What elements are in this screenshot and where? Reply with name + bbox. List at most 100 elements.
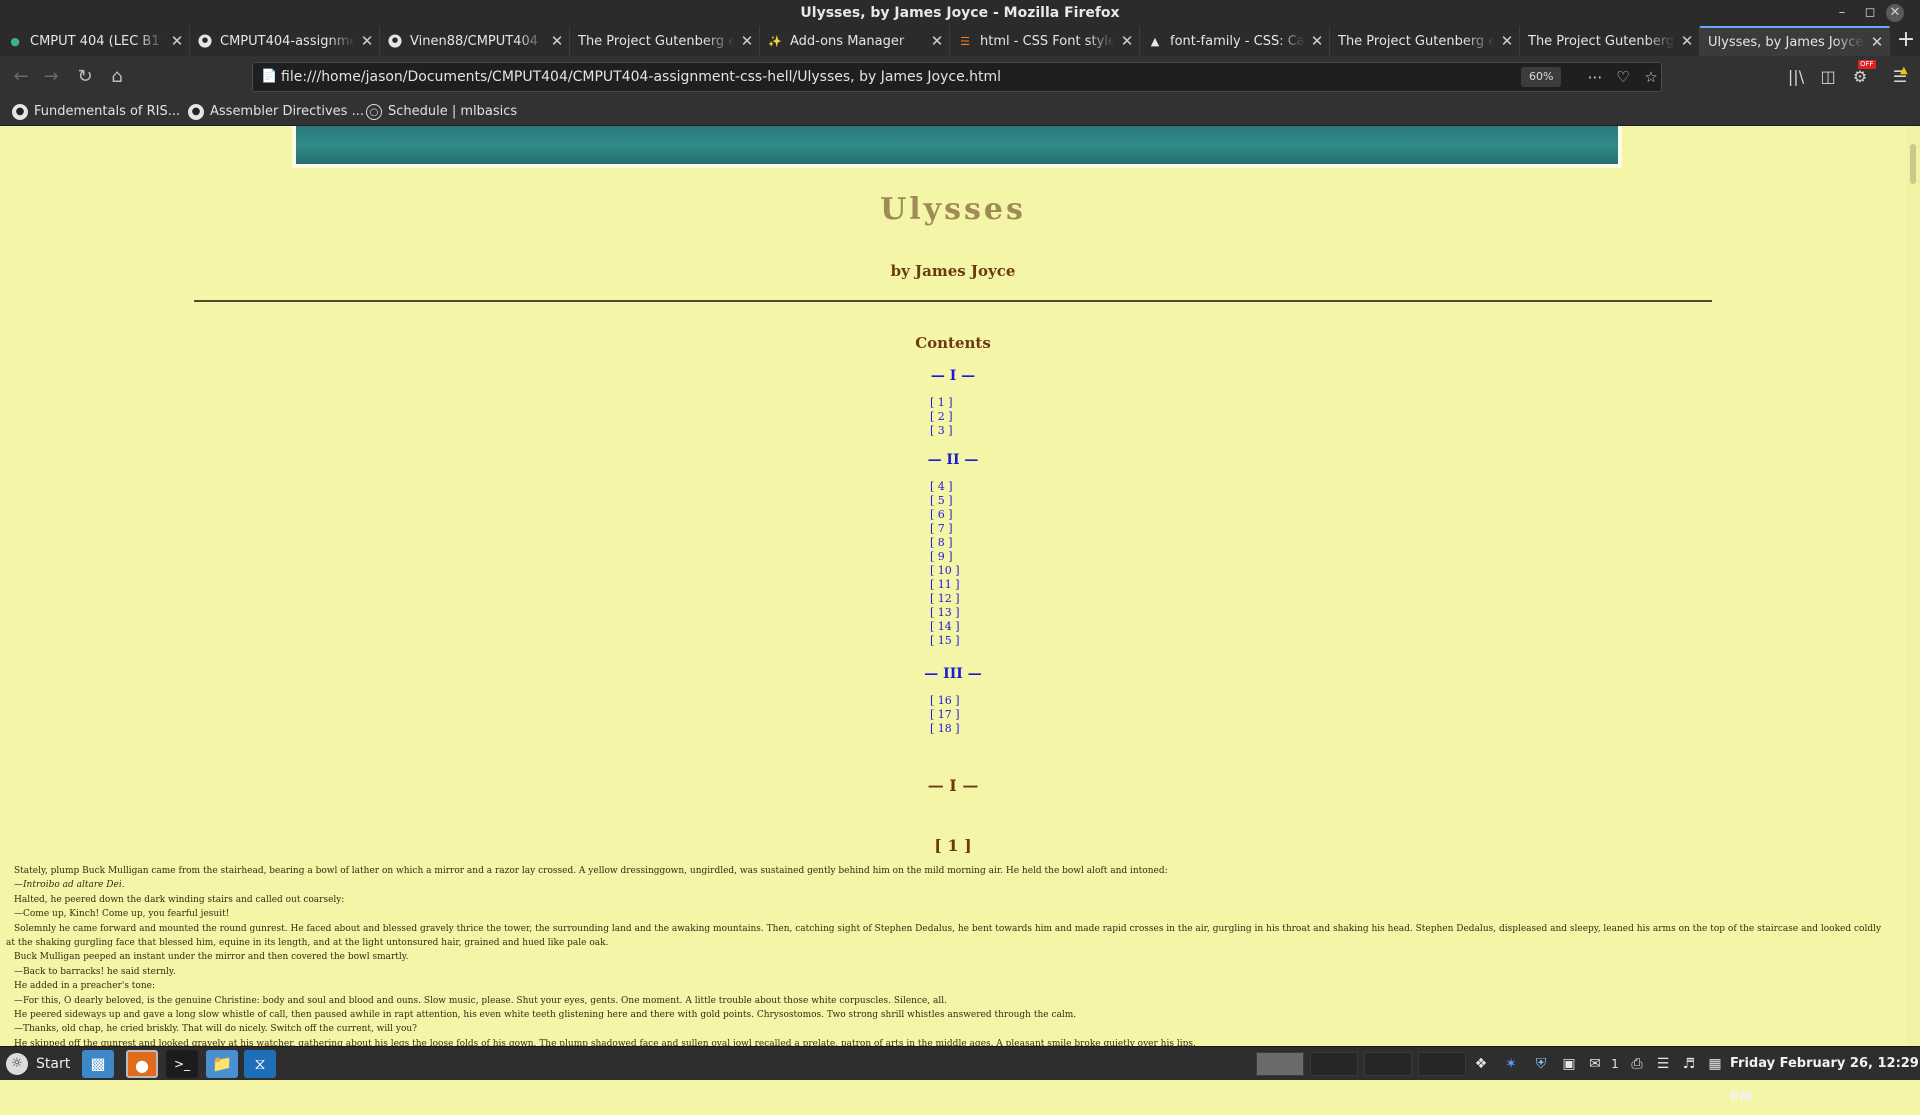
tab-assignment-repo[interactable]: CMPUT404-assignme ✕: [190, 26, 380, 56]
close-tab-icon[interactable]: ✕: [1305, 32, 1329, 50]
workspace-4[interactable]: [1418, 1052, 1466, 1076]
paragraph: He added in a preacher's tone:: [14, 981, 155, 992]
scrollbar-thumb[interactable]: [1910, 144, 1916, 184]
tab-addons-manager[interactable]: ✨ Add-ons Manager ✕: [760, 26, 950, 56]
warning-icon: ▲: [1900, 65, 1908, 76]
home-button[interactable]: ⌂: [104, 64, 130, 90]
tab-vinen88-repo[interactable]: Vinen88/CMPUT404 ✕: [380, 26, 570, 56]
toc-chapter-link[interactable]: [ 16 ]: [930, 694, 960, 707]
clipboard-icon[interactable]: ▣: [1558, 1047, 1580, 1081]
volume-icon[interactable]: ♬: [1678, 1047, 1700, 1081]
extension-icon[interactable]: ⚙ OFF: [1848, 60, 1876, 88]
toc-chapter-link[interactable]: [ 18 ]: [930, 722, 960, 735]
minimize-button[interactable]: –: [1828, 0, 1856, 26]
toc-chapter-link[interactable]: [ 8 ]: [930, 536, 953, 549]
toc-chapter-link[interactable]: [ 2 ]: [930, 410, 953, 423]
close-tab-icon[interactable]: ✕: [1495, 32, 1519, 50]
file-manager-icon[interactable]: 📁: [206, 1050, 238, 1078]
book-title: Ulysses: [880, 192, 1026, 227]
back-button[interactable]: ←: [8, 64, 34, 90]
sidebar-icon[interactable]: ◫: [1816, 66, 1840, 88]
zoom-level-button[interactable]: 60%: [1521, 67, 1562, 87]
pocket-icon[interactable]: ♡: [1611, 63, 1635, 91]
url-bar[interactable]: 📄 file:///home/jason/Documents/CMPUT404/…: [252, 62, 1662, 92]
paragraph: —Back to barracks! he said sternly.: [14, 966, 176, 977]
toc-chapter-link[interactable]: [ 5 ]: [930, 494, 953, 507]
notifications-icon[interactable]: ✉: [1584, 1047, 1606, 1081]
menu-icon[interactable]: ☰ ▲: [1888, 65, 1912, 88]
toc-chapter-link[interactable]: [ 9 ]: [930, 550, 953, 563]
toc-chapter-link[interactable]: [ 6 ]: [930, 508, 953, 521]
toc-chapter-link[interactable]: [ 17 ]: [930, 708, 960, 721]
bookmark-fundementals-risc[interactable]: ● Fundementals of RIS...: [12, 98, 180, 126]
tab-gutenberg-1[interactable]: The Project Gutenberg e ✕: [570, 26, 760, 56]
vscode-icon[interactable]: ⧖: [244, 1050, 276, 1078]
vertical-scrollbar[interactable]: [1906, 126, 1920, 1046]
new-tab-button[interactable]: +: [1892, 26, 1920, 56]
shield-icon[interactable]: ⛨: [1530, 1047, 1552, 1081]
cover-banner-image: [292, 126, 1622, 168]
close-tab-icon[interactable]: ✕: [925, 32, 949, 50]
tab-gutenberg-2[interactable]: The Project Gutenberg e ✕: [1330, 26, 1520, 56]
paragraph: —Come up, Kinch! Come up, you fearful je…: [14, 909, 230, 920]
page-actions-icon[interactable]: ⋯: [1583, 63, 1607, 91]
close-tab-icon[interactable]: ✕: [545, 32, 569, 50]
tab-gutenberg-3[interactable]: The Project Gutenberg e ✕: [1520, 26, 1700, 56]
tab-ulysses[interactable]: Ulysses, by James Joyce ✕: [1700, 26, 1890, 56]
tab-cmput404-eclass[interactable]: ● CMPUT 404 (LEC B1 W ✕: [0, 26, 190, 56]
bookmark-schedule-mlbasics[interactable]: ○ Schedule | mlbasics: [366, 98, 517, 126]
toc-part-1-link[interactable]: — I —: [0, 368, 1906, 384]
forward-button[interactable]: →: [38, 64, 64, 90]
github-icon: [388, 34, 402, 48]
tab-stackoverflow[interactable]: ☰ html - CSS Font style ✕: [950, 26, 1140, 56]
toc-chapter-link[interactable]: [ 13 ]: [930, 606, 960, 619]
reload-button[interactable]: ↻: [72, 64, 98, 90]
close-window-button[interactable]: ✕: [1886, 4, 1904, 22]
restore-button[interactable]: ◻: [1856, 0, 1884, 26]
toc-chapter-link[interactable]: [ 15 ]: [930, 634, 960, 647]
close-tab-icon[interactable]: ✕: [1675, 32, 1699, 50]
toc-chapter-link[interactable]: [ 10 ]: [930, 564, 960, 577]
toc-chapter-link[interactable]: [ 4 ]: [930, 480, 953, 493]
tab-label: html - CSS Font style: [980, 33, 1115, 49]
puzzle-icon: ✨: [768, 34, 782, 48]
close-tab-icon[interactable]: ✕: [1115, 32, 1139, 50]
toc-chapter-link[interactable]: [ 12 ]: [930, 592, 960, 605]
calendar-icon[interactable]: ▦: [1704, 1047, 1726, 1081]
book-author: by James Joyce: [890, 262, 1016, 280]
tab-label: Add-ons Manager: [790, 33, 905, 49]
start-button[interactable]: ☼ Start: [4, 1047, 70, 1081]
toc-chapter-link[interactable]: [ 1 ]: [930, 396, 953, 409]
tab-label: CMPUT 404 (LEC B1 W: [30, 33, 165, 49]
printer-icon[interactable]: ⎙: [1626, 1047, 1648, 1081]
wifi-icon[interactable]: ☰: [1652, 1047, 1674, 1081]
workspace-1[interactable]: [1256, 1052, 1304, 1076]
navigation-toolbar: ← → ↻ ⌂ 📄 file:///home/jason/Documents/C…: [0, 56, 1920, 98]
close-tab-icon[interactable]: ✕: [165, 32, 189, 50]
mdn-icon: ▲: [1150, 34, 1160, 48]
library-icon[interactable]: ||\: [1784, 66, 1808, 88]
close-tab-icon[interactable]: ✕: [355, 32, 379, 50]
bookmark-assembler-directives[interactable]: ● Assembler Directives ...: [188, 98, 364, 126]
toc-chapter-link[interactable]: [ 11 ]: [930, 578, 960, 591]
show-desktop-icon[interactable]: ▩: [82, 1050, 114, 1078]
toc-chapter-link[interactable]: [ 3 ]: [930, 424, 953, 437]
firefox-icon[interactable]: ●: [126, 1050, 158, 1078]
close-tab-icon[interactable]: ✕: [1865, 33, 1889, 51]
close-tab-icon[interactable]: ✕: [735, 32, 759, 50]
bluetooth-icon[interactable]: ✶: [1500, 1047, 1522, 1081]
clock[interactable]: Friday February 26, 12:29 PM: [1730, 1047, 1920, 1105]
workspace-2[interactable]: [1310, 1052, 1358, 1076]
toc-chapter-link[interactable]: [ 7 ]: [930, 522, 953, 535]
tab-mdn-font-family[interactable]: ▲ font-family - CSS: Cas ✕: [1140, 26, 1330, 56]
toc-part-2-link[interactable]: — II —: [0, 452, 1906, 468]
page-icon: 📄: [261, 69, 278, 84]
workspace-3[interactable]: [1364, 1052, 1412, 1076]
tab-label: CMPUT404-assignme: [220, 33, 355, 49]
dropbox-icon[interactable]: ❖: [1470, 1047, 1492, 1081]
toc-part-3-link[interactable]: — III —: [0, 666, 1906, 682]
bookmark-label: Assembler Directives ...: [210, 104, 364, 119]
terminal-icon[interactable]: >_: [166, 1050, 198, 1078]
bookmark-star-icon[interactable]: ☆: [1639, 63, 1663, 91]
toc-chapter-link[interactable]: [ 14 ]: [930, 620, 960, 633]
